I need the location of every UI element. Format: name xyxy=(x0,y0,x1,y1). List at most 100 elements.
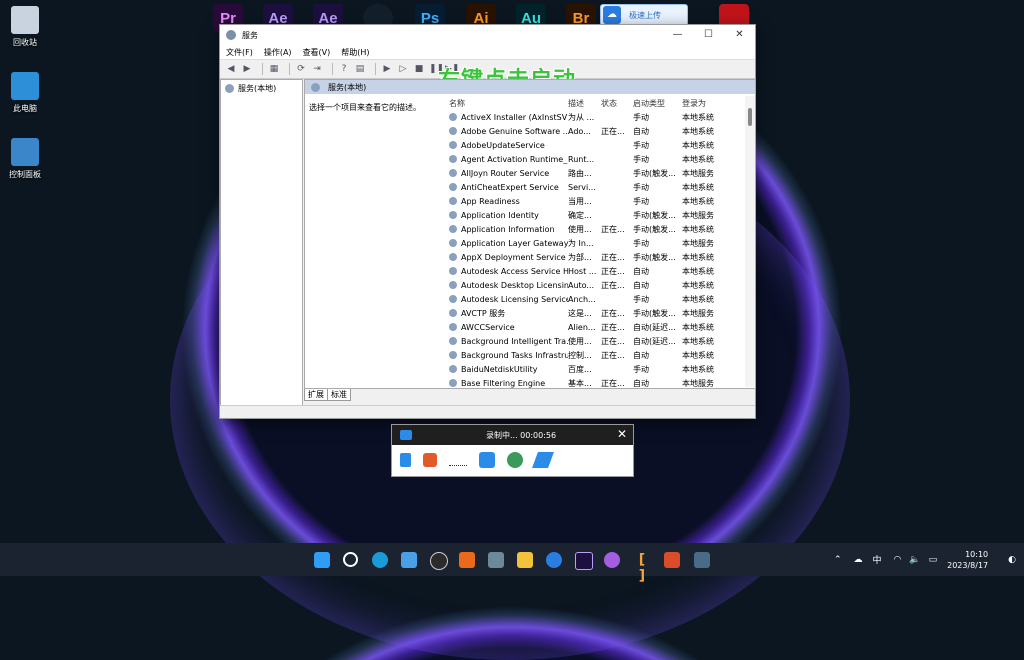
tree-node-services-local[interactable]: 服务(本地) xyxy=(221,80,302,97)
service-name-cell: Application Identity xyxy=(449,211,568,220)
help-icon[interactable]: ? xyxy=(338,63,350,75)
title-bar[interactable]: 服务 — ☐ ✕ xyxy=(220,25,755,45)
close-icon[interactable]: ✕ xyxy=(617,427,627,441)
baidu-netdisk-icon: ☁ xyxy=(603,6,621,24)
column-description[interactable]: 描述 xyxy=(568,98,601,109)
file-explorer-icon[interactable] xyxy=(517,552,533,568)
tab-standard[interactable]: 标准 xyxy=(327,389,351,401)
service-name: Autodesk Licensing Service xyxy=(461,294,568,304)
desktop-icon-label: 控制面板 xyxy=(9,170,41,179)
clock[interactable]: 10:10 2023/8/17 xyxy=(947,549,988,571)
table-row[interactable]: Application Identity 确定... 手动(触发... 本地服务 xyxy=(449,208,741,222)
table-row[interactable]: AVCTP 服务 这是... 正在... 手动(触发... 本地服务 xyxy=(449,306,741,320)
brackets-icon[interactable]: [ ] xyxy=(634,552,650,584)
service-name-cell: Adobe Genuine Software ... xyxy=(449,127,568,136)
table-row[interactable]: ActiveX Installer (AxInstSV) 为从 ... 手动 本地系统 xyxy=(449,110,741,124)
stop-service-icon[interactable]: ■ xyxy=(413,63,425,75)
webcam-icon[interactable] xyxy=(507,452,523,468)
refresh-icon[interactable]: ⟳ xyxy=(295,63,307,75)
show-hide-tree-icon[interactable]: ▦ xyxy=(268,63,280,75)
baidu-netdisk-icon[interactable] xyxy=(546,552,562,568)
table-row[interactable]: AllJoyn Router Service 路由... 手动(触发... 本地服务 xyxy=(449,166,741,180)
service-gear-icon xyxy=(449,379,457,387)
service-log-on-as: 本地系统 xyxy=(682,294,714,304)
table-row[interactable]: Background Intelligent Tra... 使用... 正在... 自… xyxy=(449,334,741,348)
recycle-bin-shortcut[interactable]: 回收站 xyxy=(3,6,47,48)
minimize-button[interactable]: — xyxy=(662,25,693,45)
service-description: 路由... xyxy=(568,168,592,178)
back-arrow-icon[interactable]: ◀ xyxy=(225,63,237,75)
pause-icon[interactable] xyxy=(400,453,411,467)
table-row[interactable]: AWCCService Alien... 正在... 自动(延迟... 本地系统 xyxy=(449,320,741,334)
edge-icon[interactable] xyxy=(372,552,388,568)
store-icon[interactable] xyxy=(401,552,417,568)
color-app-icon[interactable] xyxy=(459,552,475,568)
this-pc-shortcut[interactable]: 此电脑 xyxy=(3,72,47,114)
control-panel-shortcut[interactable]: 控制面板 xyxy=(3,138,47,180)
recorder-header[interactable]: 录制中... 00:00:56 ✕ xyxy=(392,425,633,445)
chevron-up-icon[interactable]: ⌃ xyxy=(834,555,842,565)
wifi-icon[interactable]: ◠ xyxy=(894,555,902,565)
cloud-icon[interactable]: ☁ xyxy=(854,555,863,565)
toolbar-separator xyxy=(332,63,333,75)
vertical-scrollbar[interactable] xyxy=(745,96,755,387)
menu-help[interactable]: 帮助(H) xyxy=(341,47,369,58)
table-row[interactable]: Adobe Genuine Software ... Ado... 正在... 自动 本… xyxy=(449,124,741,138)
forward-arrow-icon[interactable]: ▶ xyxy=(241,63,253,75)
service-startup-type: 自动 xyxy=(633,378,649,388)
start-service-alt-icon[interactable]: ▷ xyxy=(397,63,409,75)
table-row[interactable]: Autodesk Desktop Licensin... Auto... 正在...… xyxy=(449,278,741,292)
table-row[interactable]: BaiduNetdiskUtility 百度... 手动 本地系统 xyxy=(449,362,741,376)
pen-icon[interactable] xyxy=(532,452,554,468)
close-button[interactable]: ✕ xyxy=(724,25,755,45)
tab-extended[interactable]: 扩展 xyxy=(304,389,328,401)
annotation-line-icon[interactable] xyxy=(449,455,467,466)
marker-icon[interactable] xyxy=(479,452,495,468)
after-effects-icon[interactable] xyxy=(575,552,593,570)
microphone-icon[interactable] xyxy=(604,552,620,568)
column-status[interactable]: 状态 xyxy=(601,98,633,109)
maximize-button[interactable]: ☐ xyxy=(693,25,724,45)
service-name-cell: Application Information xyxy=(449,225,568,234)
service-startup-type: 手动 xyxy=(633,294,649,304)
table-row[interactable]: Autodesk Licensing Service Anch... 手动 本地系统 xyxy=(449,292,741,306)
table-row[interactable]: Base Filtering Engine 基本... 正在... 自动 本地服务 xyxy=(449,376,741,390)
table-row[interactable]: Application Layer Gateway ... 为 In... 手动 本地… xyxy=(449,236,741,250)
column-startup-type[interactable]: 启动类型 xyxy=(633,98,682,109)
table-row[interactable]: Autodesk Access Service H... Host ... 正在..… xyxy=(449,264,741,278)
table-row[interactable]: Background Tasks Infrastru... 控制... 正在... 自… xyxy=(449,348,741,362)
table-row[interactable]: AdobeUpdateService 手动 本地系统 xyxy=(449,138,741,152)
service-name: Autodesk Desktop Licensin... xyxy=(461,280,568,290)
paint-icon[interactable] xyxy=(664,552,680,568)
column-log-on-as[interactable]: 登录为 xyxy=(682,98,732,109)
menu-view[interactable]: 查看(V) xyxy=(303,47,331,58)
table-row[interactable]: App Readiness 当用... 手动 本地系统 xyxy=(449,194,741,208)
start-service-icon[interactable]: ▶ xyxy=(381,63,393,75)
service-log-on-as: 本地系统 xyxy=(682,364,714,374)
table-row[interactable]: AppX Deployment Service ... 为部... 正在... 手动(… xyxy=(449,250,741,264)
notification-icon[interactable]: ◐ xyxy=(1008,555,1016,565)
window-title: 服务 xyxy=(242,30,258,40)
scrollbar-thumb[interactable] xyxy=(748,108,752,126)
service-name-cell: Base Filtering Engine xyxy=(449,379,568,388)
column-name[interactable]: 名称 xyxy=(449,98,568,109)
service-log-on-as: 本地系统 xyxy=(682,112,714,122)
baidu-upload-widget[interactable]: ☁ 极速上传 xyxy=(600,4,688,26)
stop-record-icon[interactable] xyxy=(423,453,437,467)
menu-file[interactable]: 文件(F) xyxy=(226,47,253,58)
start-icon[interactable] xyxy=(314,552,330,568)
table-row[interactable]: AntiCheatExpert Service Servi... 手动 本地系统 xyxy=(449,180,741,194)
search-icon[interactable] xyxy=(343,552,358,567)
ime-indicator[interactable]: 中 xyxy=(873,553,882,566)
table-row[interactable]: Application Information 使用... 正在... 手动(触发..… xyxy=(449,222,741,236)
properties-icon[interactable]: ▤ xyxy=(354,63,366,75)
table-row[interactable]: Agent Activation Runtime_... Runt... 手动 本地系… xyxy=(449,152,741,166)
export-list-icon[interactable]: ⇥ xyxy=(311,63,323,75)
dell-icon[interactable] xyxy=(430,552,448,570)
toolbar-separator xyxy=(262,63,263,75)
volume-icon[interactable]: 🔈 xyxy=(909,555,920,565)
menu-action[interactable]: 操作(A) xyxy=(264,47,292,58)
settings-gear-icon[interactable] xyxy=(694,552,710,568)
calculator-icon[interactable] xyxy=(488,552,504,568)
battery-icon[interactable]: ▭ xyxy=(929,555,938,565)
